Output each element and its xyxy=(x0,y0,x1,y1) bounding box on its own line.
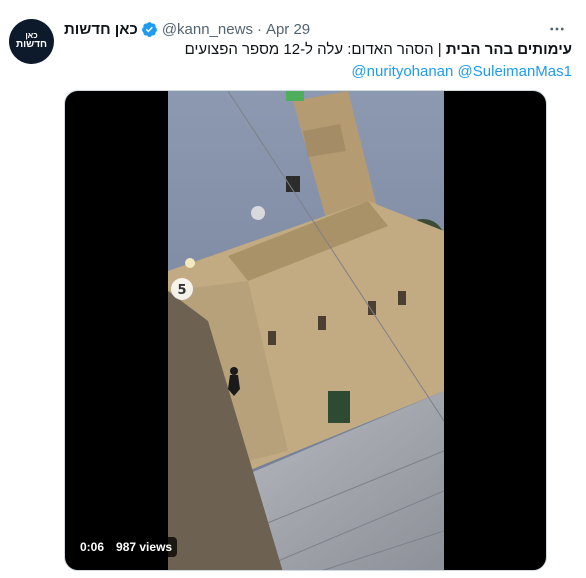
tweet-header: כאן חדשות @kann_news · Apr 29 xyxy=(64,18,572,40)
video-timestamp: 0:06 xyxy=(75,537,110,557)
tweet-text: עימותים בהר הבית | הסהר האדום: עלה ל-12 … xyxy=(64,40,572,60)
avatar[interactable]: כאן חדשות xyxy=(9,19,54,64)
tweet-divider: | xyxy=(433,41,446,58)
svg-text:5: 5 xyxy=(177,283,186,298)
more-options-icon[interactable] xyxy=(542,18,572,40)
tweet-mentions: @nurityohanan @SuleimanMas1 xyxy=(64,60,572,82)
video-player[interactable]: 5 0:06 987 views xyxy=(64,90,547,571)
avatar-text-line2: חדשות xyxy=(15,39,48,51)
verified-badge-icon xyxy=(141,21,158,38)
header-separator: · xyxy=(256,20,262,38)
video-frame: 5 xyxy=(168,91,444,570)
video-overlay: 0:06 987 views xyxy=(75,536,178,558)
author-handle[interactable]: @kann_news xyxy=(162,21,253,38)
tweet-body: הסהר האדום: עלה ל-12 מספר הפצועים xyxy=(184,41,434,58)
video-views: 987 views xyxy=(111,537,178,557)
author-name[interactable]: כאן חדשות xyxy=(64,21,138,38)
mention-link[interactable]: @SuleimanMas1 xyxy=(458,63,572,80)
mention-link[interactable]: @nurityohanan xyxy=(351,63,453,80)
tweet-card[interactable]: כאן חדשות כאן חדשות @kann_news · Apr 29 … xyxy=(0,0,586,578)
tweet-date[interactable]: Apr 29 xyxy=(266,21,310,38)
tweet-headline: עימותים בהר הבית xyxy=(445,41,572,58)
